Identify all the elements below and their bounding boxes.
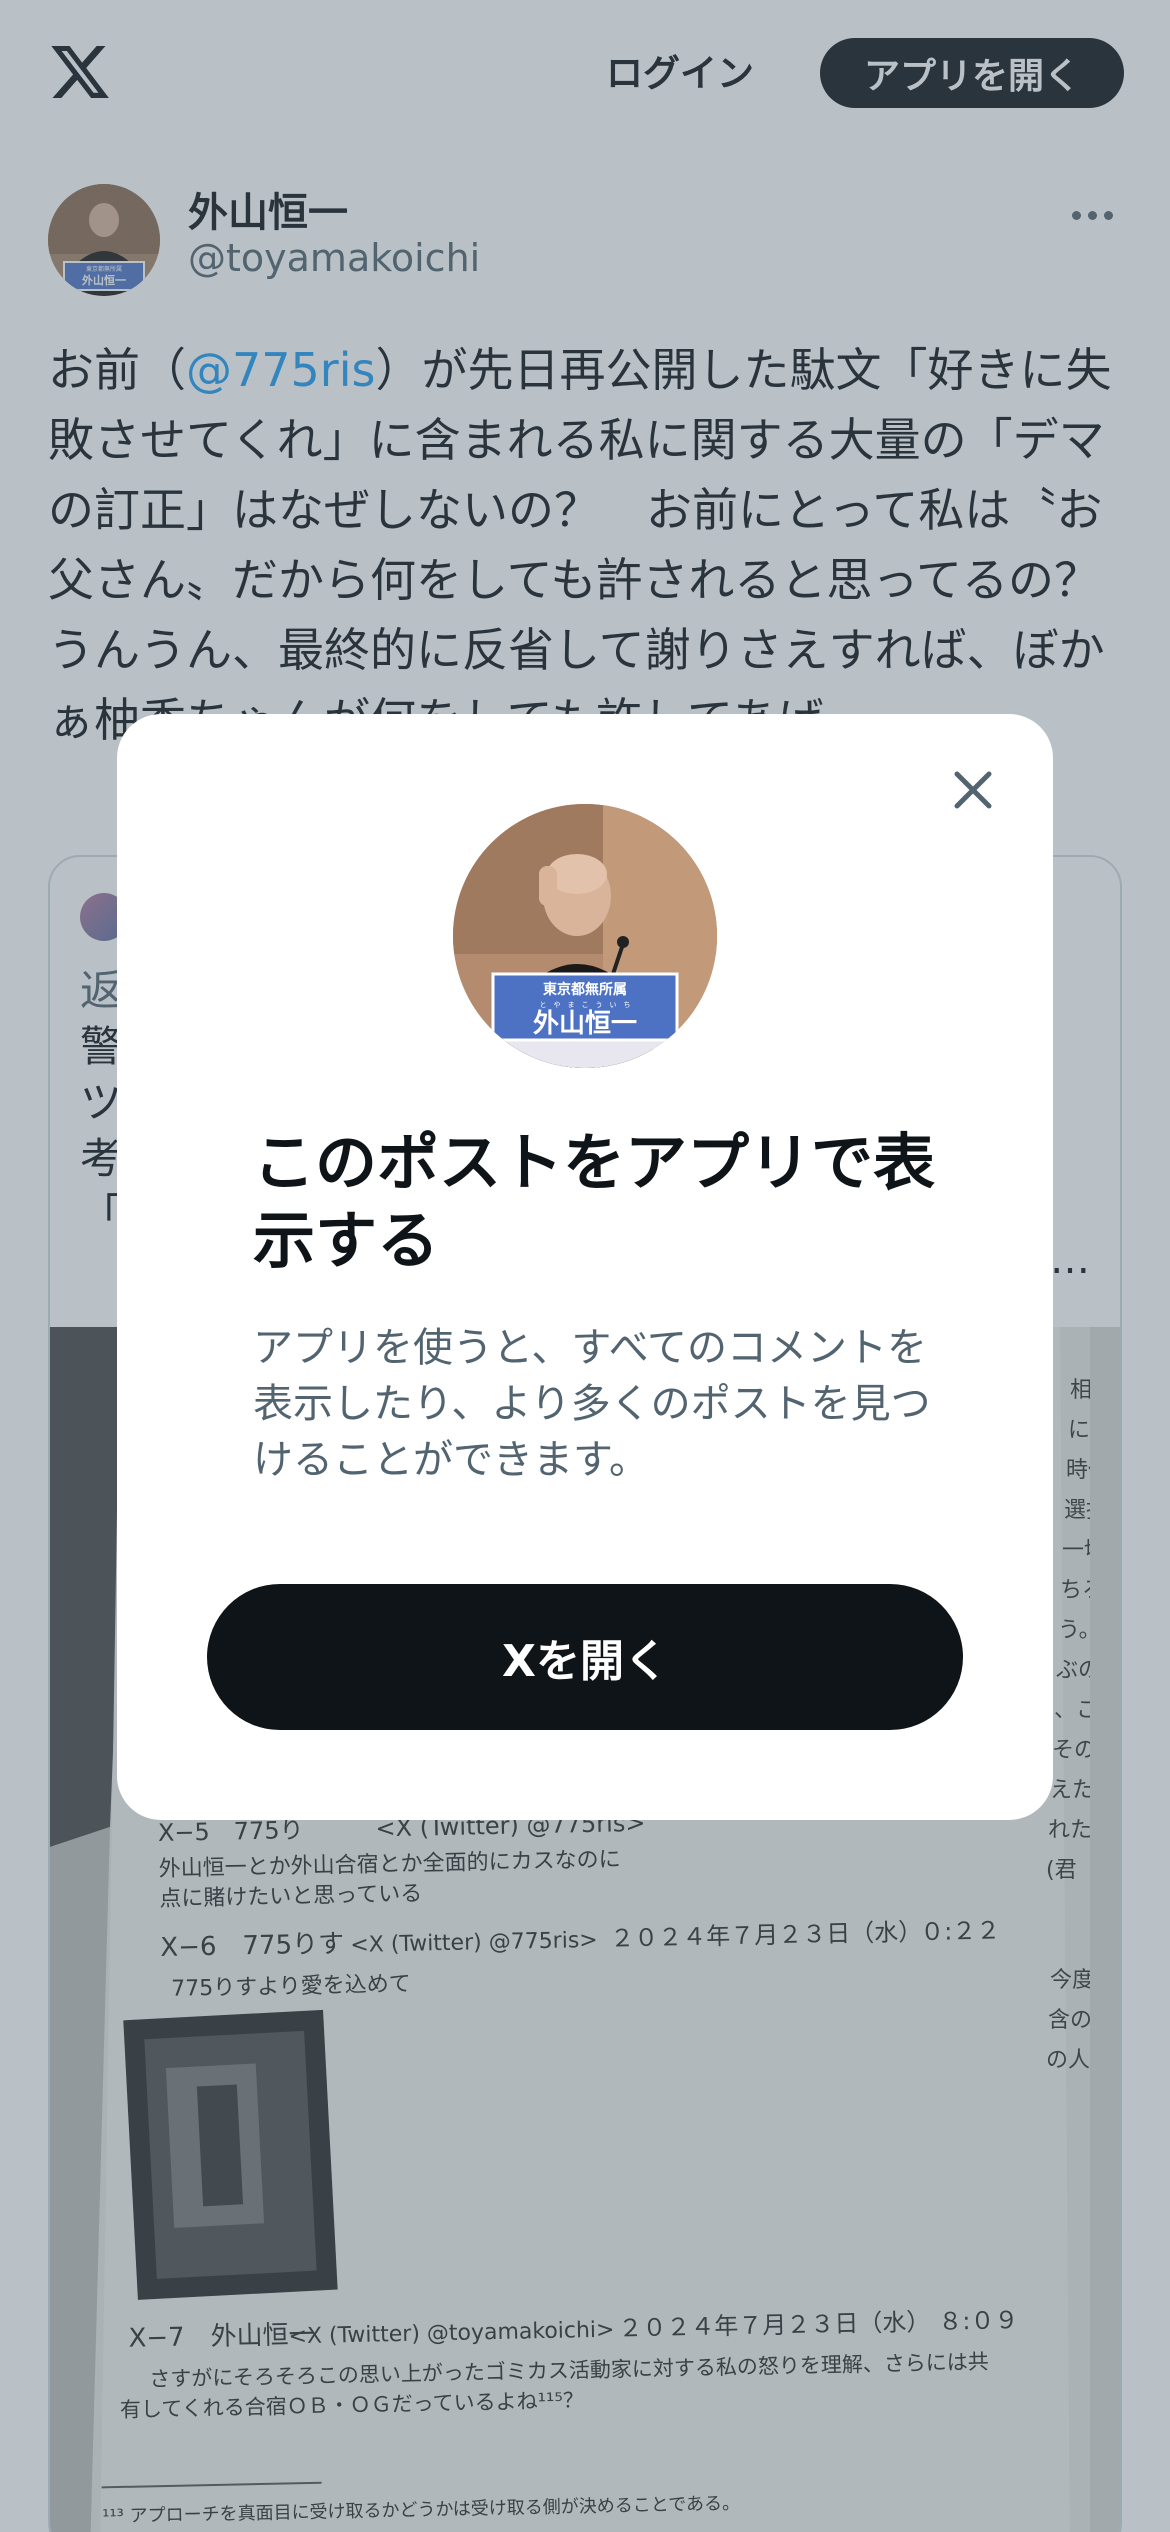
- avatar: 東京都無所属 と や ま こ う い ち 外山恒一: [453, 804, 717, 1068]
- svg-text:と や ま こ う い ち: と や ま こ う い ち: [540, 1001, 631, 1009]
- open-in-app-dialog: 東京都無所属 と や ま こ う い ち 外山恒一 このポストをアプリで表示する…: [117, 714, 1053, 1820]
- open-x-button[interactable]: Xを開く: [207, 1584, 963, 1730]
- svg-text:東京都無所属: 東京都無所属: [543, 981, 627, 998]
- dialog-description: アプリを使うと、すべてのコメントを表示したり、より多くのポストを見つけることがで…: [253, 1325, 931, 1483]
- close-icon[interactable]: [943, 760, 1003, 820]
- svg-text:外山恒一: 外山恒一: [533, 1009, 637, 1039]
- dialog-title: このポストをアプリで表示する: [253, 1126, 936, 1277]
